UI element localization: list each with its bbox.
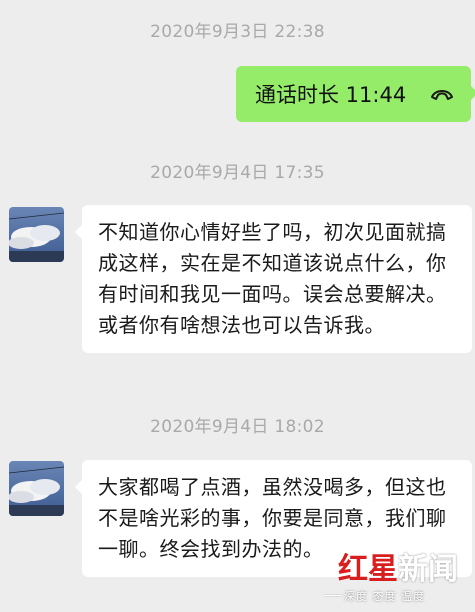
news-watermark: 红星新闻 深度 态度 温度 [324, 542, 475, 612]
timestamp: 2020年9月4日 18:02 [150, 417, 325, 437]
watermark-logo-white: 新闻 [398, 552, 458, 587]
watermark-logo-red: 红星 [338, 552, 398, 587]
avatar[interactable] [9, 207, 64, 262]
timestamp: 2020年9月3日 22:38 [150, 22, 325, 42]
watermark-logo: 红星新闻 [338, 544, 458, 588]
watermark-slogan: 深度 态度 温度 [344, 590, 425, 603]
timestamp: 2020年9月4日 17:35 [150, 163, 325, 183]
phone-hangup-icon [429, 84, 455, 102]
watermark-divider [324, 595, 342, 596]
call-duration-text: 通话时长 11:44 [255, 83, 407, 107]
message-bubble[interactable]: 不知道你心情好些了吗，初次见面就搞成这样，实在是不知道该说点什么，你有时间和我见… [75, 205, 472, 353]
avatar[interactable] [9, 461, 64, 516]
call-record-bubble[interactable]: 通话时长 11:44 [236, 66, 475, 122]
